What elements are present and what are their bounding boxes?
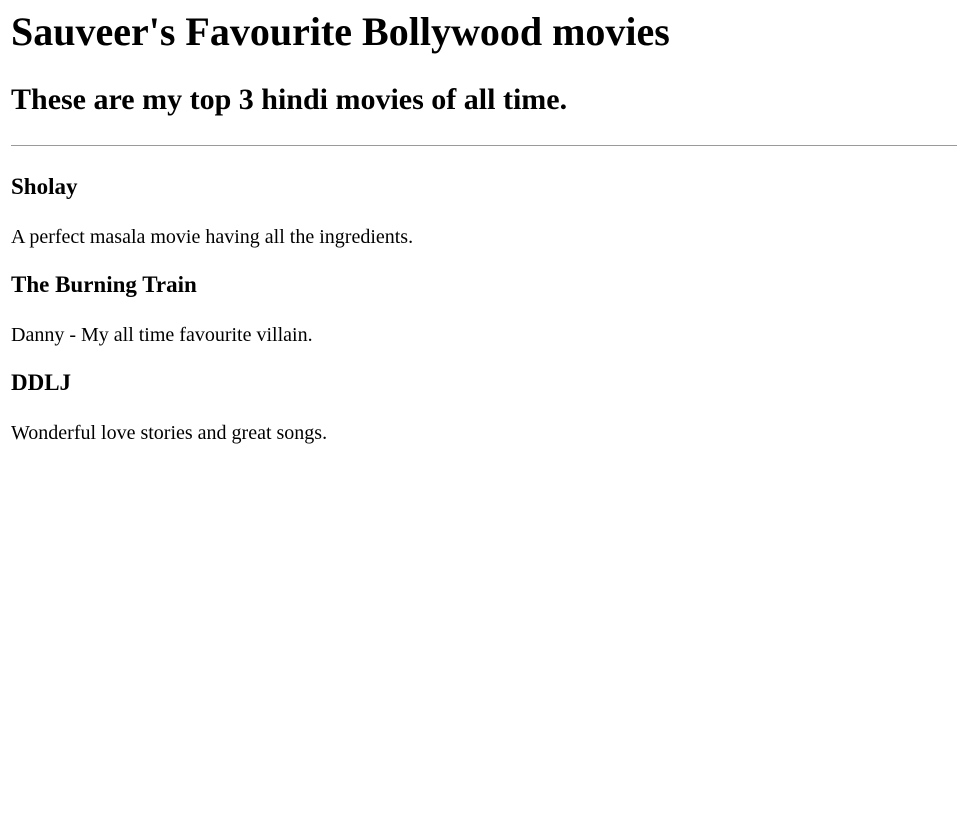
movie-title: Sholay	[11, 174, 78, 199]
movie-title: The Burning Train	[11, 272, 197, 297]
movie-description: Wonderful love stories and great songs.	[11, 422, 328, 444]
divider	[11, 145, 957, 146]
movie-list: Sholay A perfect masala movie having all…	[11, 174, 957, 444]
page-title: Sauveer's Favourite Bollywood movies	[11, 9, 670, 54]
movie-title: DDLJ	[11, 370, 72, 395]
movie-item: Sholay A perfect masala movie having all…	[11, 174, 957, 248]
page-subtitle: These are my top 3 hindi movies of all t…	[11, 83, 568, 116]
movie-description: A perfect masala movie having all the in…	[11, 226, 414, 248]
movie-item: DDLJ Wonderful love stories and great so…	[11, 370, 957, 444]
movie-description: Danny - My all time favourite villain.	[11, 324, 313, 346]
movie-item: The Burning Train Danny - My all time fa…	[11, 272, 957, 346]
